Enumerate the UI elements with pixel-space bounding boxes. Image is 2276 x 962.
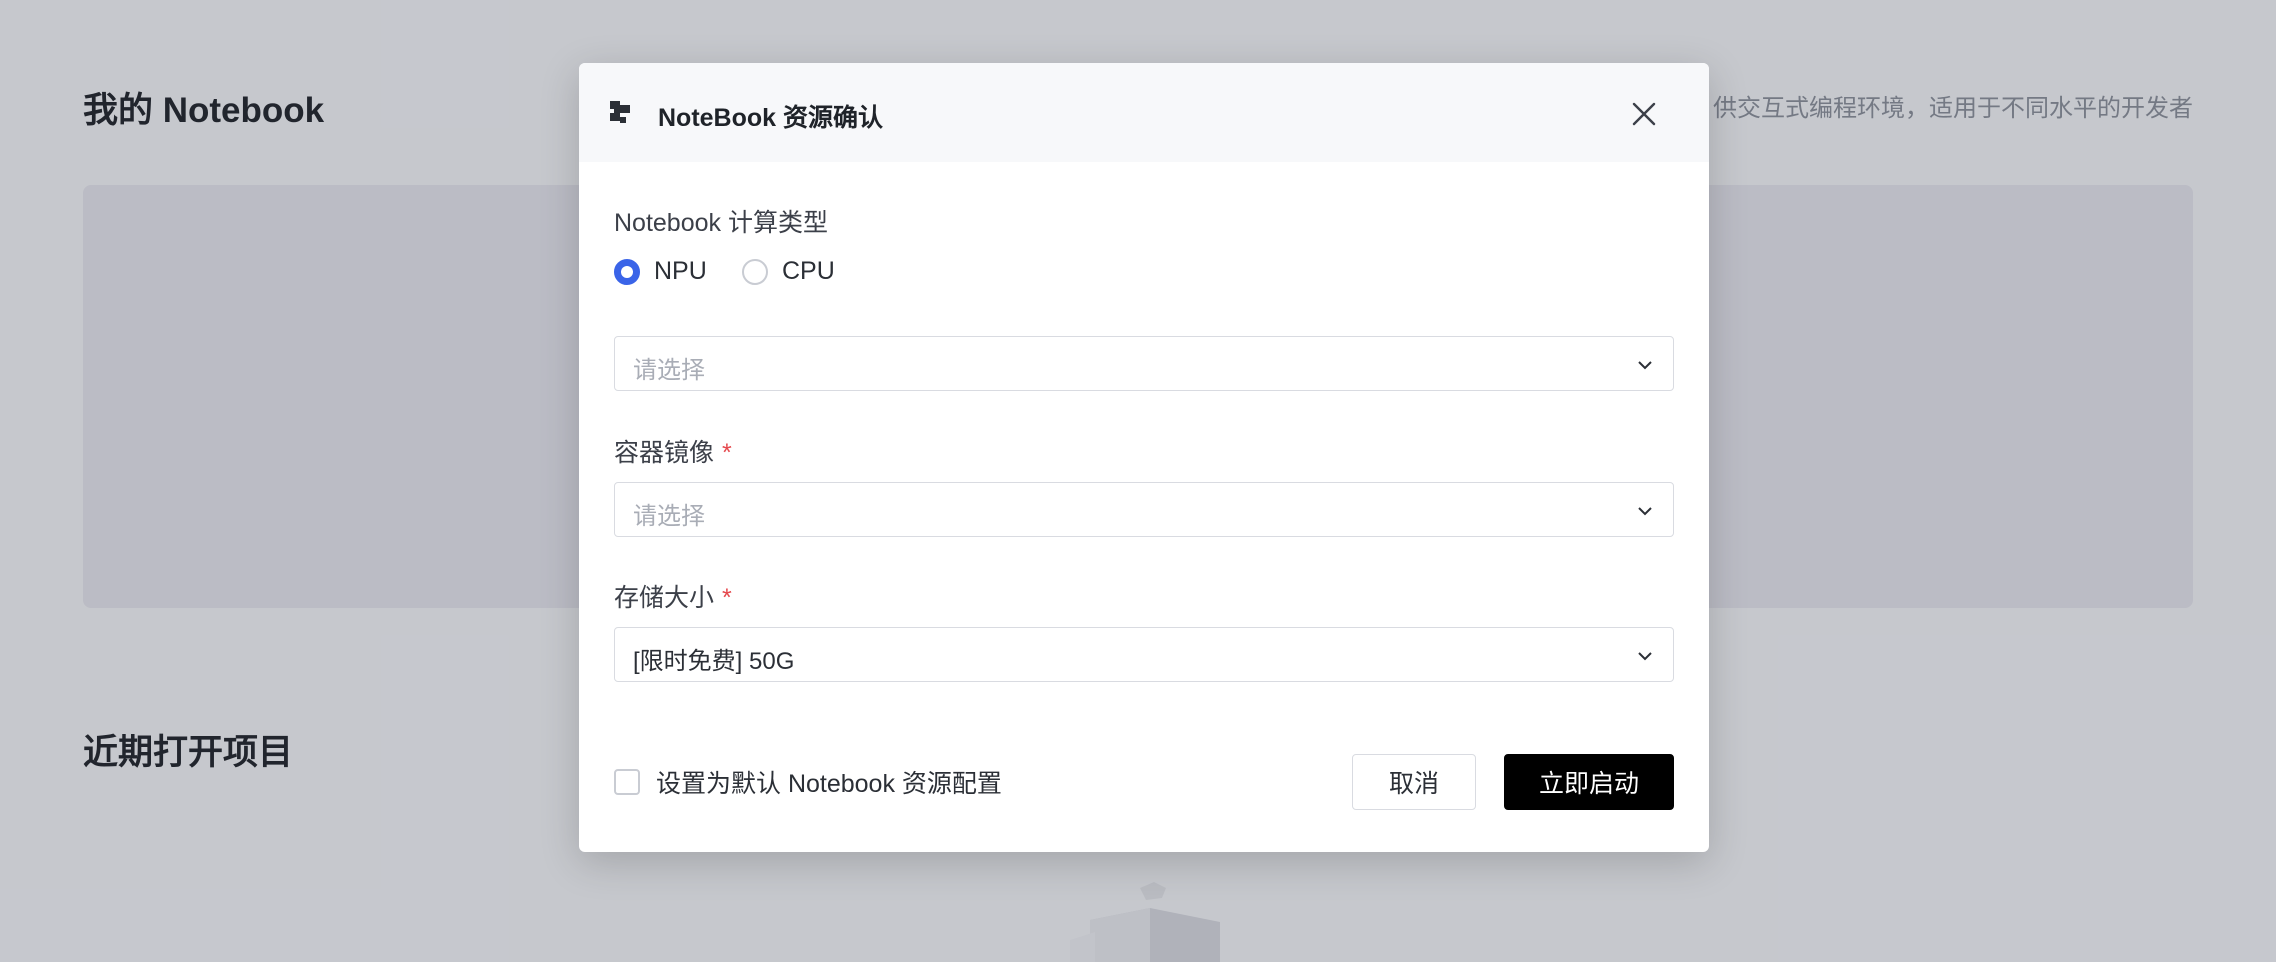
notebook-logo-icon <box>610 101 630 123</box>
dialog-title: NoteBook 资源确认 <box>658 104 884 132</box>
radio-checked-icon <box>614 258 640 285</box>
storage-label-text: 存储大小 <box>614 584 715 612</box>
storage-label: 存储大小 * <box>614 578 732 614</box>
cancel-button[interactable]: 取消 <box>1352 754 1476 810</box>
resource-confirm-dialog: NoteBook 资源确认 Notebook 计算类型 NPU CPU 请选择 … <box>579 63 1709 852</box>
radio-unchecked-icon <box>742 258 768 285</box>
storage-select[interactable]: [限时免费] 50G <box>614 627 1674 682</box>
radio-label-npu: NPU <box>654 257 707 285</box>
close-icon[interactable] <box>1630 100 1658 128</box>
required-mark: * <box>722 439 732 467</box>
required-mark: * <box>722 584 732 612</box>
radio-label-cpu: CPU <box>782 257 835 285</box>
chevron-down-icon <box>1638 507 1652 516</box>
chevron-down-icon <box>1638 652 1652 661</box>
storage-value: [限时免费] 50G <box>633 648 795 675</box>
image-label-text: 容器镜像 <box>614 439 715 467</box>
dialog-header: NoteBook 资源确认 <box>579 63 1709 162</box>
default-config-label: 设置为默认 Notebook 资源配置 <box>656 770 1002 798</box>
image-placeholder: 请选择 <box>633 503 705 530</box>
compute-spec-placeholder: 请选择 <box>633 357 705 384</box>
chevron-down-icon <box>1638 361 1652 370</box>
compute-type-label: Notebook 计算类型 <box>614 209 828 237</box>
start-now-button[interactable]: 立即启动 <box>1504 754 1674 810</box>
compute-spec-select[interactable]: 请选择 <box>614 336 1674 391</box>
image-select[interactable]: 请选择 <box>614 482 1674 537</box>
radio-npu[interactable]: NPU <box>614 257 707 286</box>
radio-cpu[interactable]: CPU <box>742 257 835 286</box>
default-config-checkbox-row[interactable]: 设置为默认 Notebook 资源配置 <box>614 764 1002 800</box>
default-config-checkbox[interactable] <box>614 769 640 795</box>
image-label: 容器镜像 * <box>614 433 732 469</box>
